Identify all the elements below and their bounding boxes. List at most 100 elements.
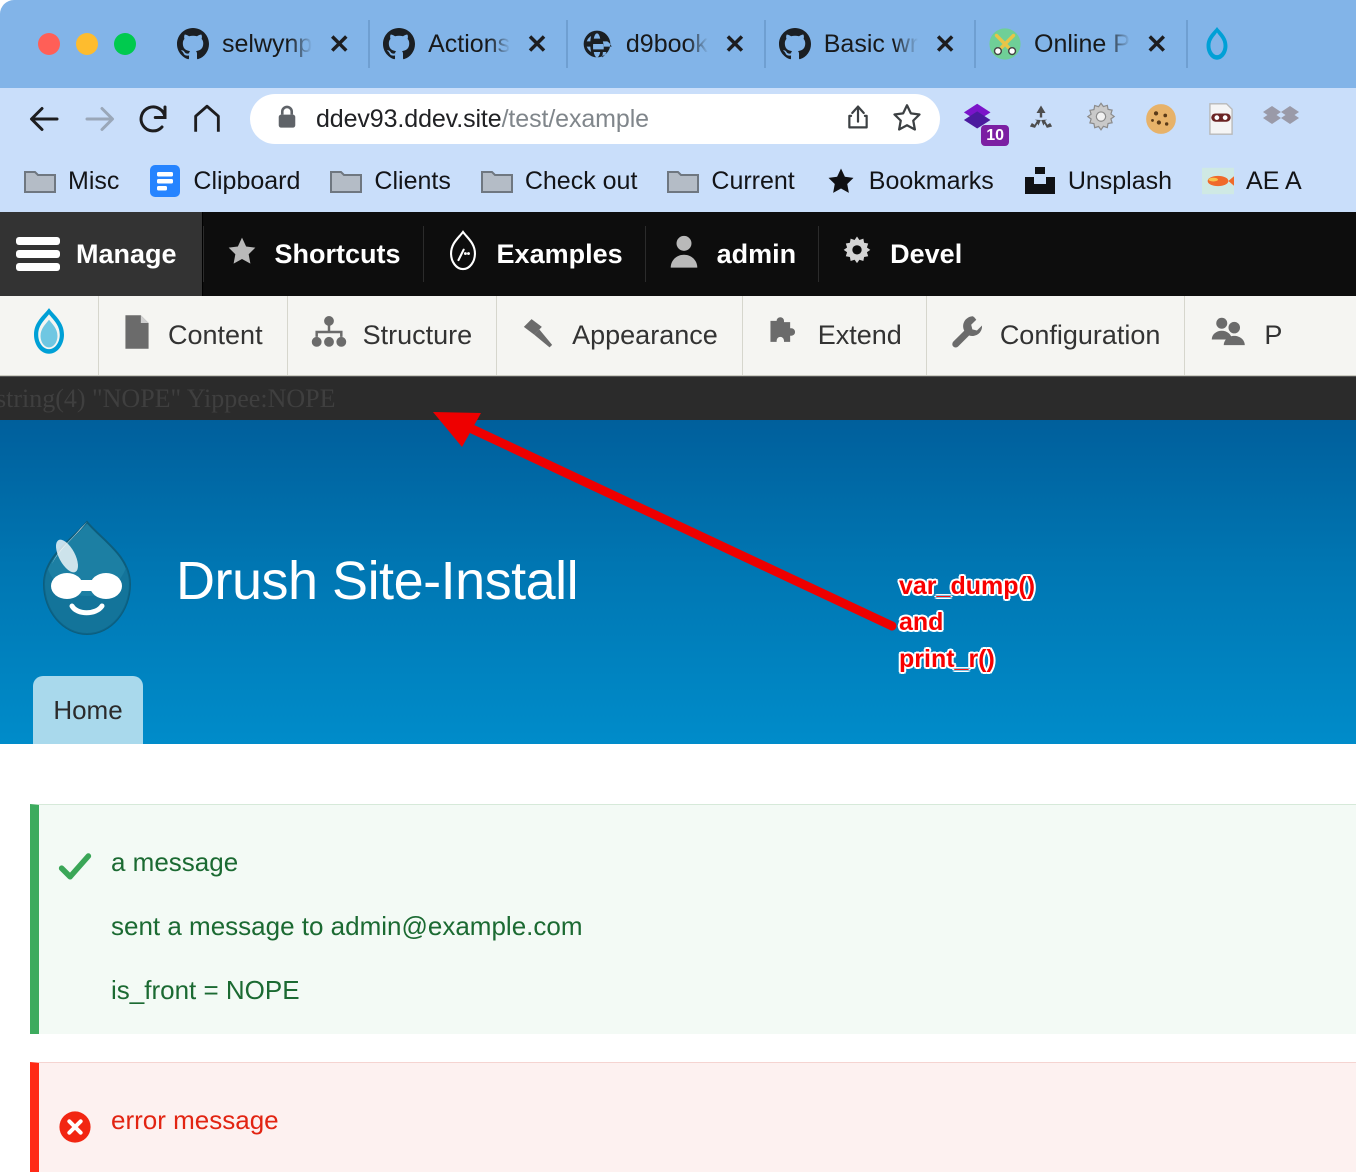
browser-tab-actions[interactable]: Actions ✕	[368, 0, 566, 88]
bookmark-unsplash[interactable]: Unsplash	[1024, 165, 1172, 197]
admin-menu-item-label: Configuration	[999, 320, 1161, 350]
status-message: a message sent a message to admin@exampl…	[30, 804, 1356, 1034]
admin-menu-item-structure[interactable]: Structure	[286, 296, 497, 375]
browser-tabs: selwynp ✕ Actions ✕ d9book ✕ Basic wr ✕ …	[162, 0, 1356, 88]
debug-output-bar: string(4) "NOPE" Yippee:NOPE	[0, 376, 1356, 420]
github-icon	[382, 27, 416, 61]
sitemap-icon	[311, 316, 347, 355]
bookmarks-bar: Misc Clipboard Clients Check out Current…	[0, 150, 1356, 212]
site-hero-banner: Drush Site-Install Home	[0, 420, 1356, 744]
zoom-window-button[interactable]	[114, 33, 136, 55]
close-tab-button[interactable]: ✕	[720, 31, 746, 57]
browser-tab-d9book[interactable]: d9book ✕	[565, 0, 764, 88]
lock-icon	[276, 104, 298, 135]
browser-tab-selwynp[interactable]: selwynp ✕	[162, 0, 368, 88]
close-tab-button[interactable]: ✕	[1142, 31, 1168, 57]
bookmark-label: Check out	[524, 166, 638, 195]
bookmark-clients[interactable]: Clients	[330, 165, 451, 197]
tab-title: d9book	[625, 29, 708, 58]
toolbar-item-label: Shortcuts	[274, 238, 401, 269]
star-icon	[825, 165, 857, 197]
annotation-line-1: var_dump()	[899, 572, 1036, 600]
forward-button[interactable]	[72, 92, 126, 146]
admin-menu-item-label: Extend	[817, 320, 902, 350]
star-icon	[225, 235, 259, 274]
browser-window: selwynp ✕ Actions ✕ d9book ✕ Basic wr ✕ …	[0, 0, 1356, 1172]
toolbar-item-examples[interactable]: Examples	[422, 212, 645, 296]
status-message-line: is_front = NOPE	[111, 975, 300, 1005]
admin-menu-item-label: Structure	[362, 320, 473, 350]
admin-menu-item-configuration[interactable]: Configuration	[925, 296, 1185, 375]
folder-icon	[330, 165, 363, 197]
gear-extension-icon[interactable]	[1082, 100, 1120, 138]
recycle-extension-icon[interactable]	[1022, 100, 1060, 138]
page-content: a message sent a message to admin@exampl…	[0, 744, 1356, 1172]
bookmark-clipboard[interactable]: Clipboard	[149, 165, 300, 197]
toolbar-item-devel[interactable]: Devel	[818, 212, 984, 296]
close-tab-button[interactable]: ✕	[324, 31, 350, 57]
toolbar-item-manage[interactable]: Manage	[0, 212, 203, 296]
hamburger-icon	[16, 237, 60, 271]
admin-menu-item-label: Content	[168, 320, 263, 350]
mask-extension-icon[interactable]	[1202, 100, 1240, 138]
browser-tab-online-p[interactable]: Online P ✕	[974, 0, 1186, 88]
minimize-window-button[interactable]	[76, 33, 98, 55]
unsplash-icon	[1024, 165, 1056, 197]
extension-badge-count: 10	[981, 124, 1009, 146]
url-host: ddev93.ddev.site	[316, 104, 502, 133]
browser-tab-drupal[interactable]	[1185, 0, 1248, 88]
tools-icon	[988, 27, 1022, 61]
share-icon[interactable]	[844, 102, 872, 137]
close-tab-button[interactable]: ✕	[930, 31, 956, 57]
url-text: ddev93.ddev.site/test/example	[316, 105, 649, 134]
user-icon	[667, 233, 701, 276]
drupal-drop-icon	[445, 229, 481, 279]
toolbar-item-admin[interactable]: admin	[644, 212, 819, 296]
bookmark-bookmarks[interactable]: Bookmarks	[825, 165, 994, 197]
admin-menu-item-label: Appearance	[572, 320, 718, 350]
page-icon	[122, 314, 152, 357]
admin-menu-item-people[interactable]: P	[1184, 296, 1306, 375]
browser-tab-strip: selwynp ✕ Actions ✕ d9book ✕ Basic wr ✕ …	[0, 0, 1356, 88]
admin-menu-item-extend[interactable]: Extend	[741, 296, 926, 375]
back-button[interactable]	[18, 92, 72, 146]
folder-icon	[24, 165, 56, 197]
drupal-druplicon-icon	[36, 520, 138, 636]
cookie-extension-icon[interactable]	[1142, 100, 1180, 138]
extensions-tray: 10	[962, 100, 1300, 146]
status-message-line: sent a message to admin@example.com	[111, 911, 583, 941]
bookmark-ae-a[interactable]: AE A	[1202, 165, 1302, 197]
browser-tab-basic-wr[interactable]: Basic wr ✕	[763, 0, 974, 88]
bookmark-check-out[interactable]: Check out	[480, 165, 638, 197]
address-bar[interactable]: ddev93.ddev.site/test/example	[250, 94, 940, 144]
close-window-button[interactable]	[38, 33, 60, 55]
admin-menu-item-home[interactable]	[0, 296, 98, 375]
bookmark-current[interactable]: Current	[667, 165, 795, 197]
folder-icon	[480, 165, 513, 197]
layers-extension-icon[interactable]: 10	[962, 100, 1009, 146]
debug-output-text: string(4) "NOPE" Yippee:NOPE	[0, 383, 336, 413]
annotation-line-2: and	[899, 608, 944, 637]
status-message-lines: a message sent a message to admin@exampl…	[111, 849, 583, 1003]
admin-menu-item-appearance[interactable]: Appearance	[496, 296, 742, 375]
tab-title: Actions	[428, 29, 511, 58]
bookmark-star-icon[interactable]	[892, 102, 922, 137]
reload-button[interactable]	[126, 92, 180, 146]
url-path: /test/example	[501, 104, 649, 133]
dropbox-extension-icon[interactable]	[1262, 100, 1300, 138]
primary-tab-home[interactable]: Home	[33, 676, 143, 744]
toolbar-item-shortcuts[interactable]: Shortcuts	[202, 212, 423, 296]
tab-title: Basic wr	[823, 29, 919, 58]
close-tab-button[interactable]: ✕	[522, 31, 548, 57]
bookmark-label: Current	[711, 166, 795, 195]
bookmark-misc[interactable]: Misc	[24, 165, 119, 197]
error-circle-icon	[39, 1107, 111, 1144]
home-button[interactable]	[180, 92, 234, 146]
toolbar-item-label: Examples	[496, 238, 623, 269]
site-title: Drush Site-Install	[176, 551, 579, 611]
toolbar-item-label: Manage	[76, 238, 177, 269]
drupal-admin-menu: Content Structure Appearance Extend Conf…	[0, 296, 1356, 376]
admin-menu-item-content[interactable]: Content	[98, 296, 287, 375]
toolbar-item-label: Devel	[890, 238, 963, 269]
annotation-text: var_dump() and print_r()	[899, 568, 1035, 677]
